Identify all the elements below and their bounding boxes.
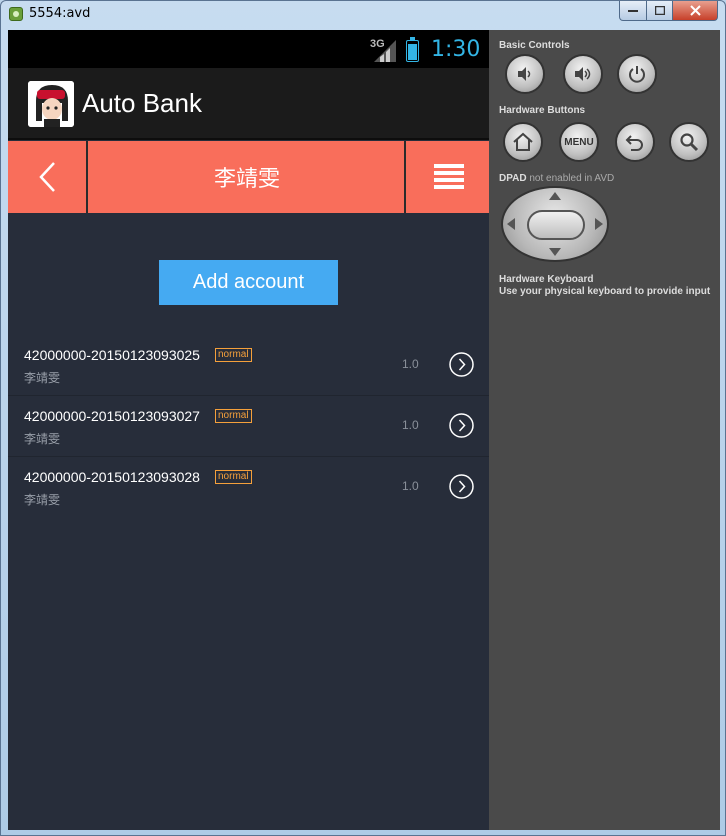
close-icon bbox=[689, 5, 701, 16]
status-bar: 3G 1:30 bbox=[8, 30, 489, 68]
maximize-button[interactable] bbox=[646, 1, 673, 21]
power-icon bbox=[629, 66, 645, 83]
search-icon bbox=[680, 133, 699, 152]
menu-icon-bar bbox=[434, 171, 464, 175]
battery-icon bbox=[406, 37, 419, 62]
account-number: 42000000-20150123093028 bbox=[24, 469, 200, 485]
minimize-icon bbox=[628, 9, 638, 12]
menu-button[interactable] bbox=[408, 141, 489, 213]
account-owner: 李靖雯 bbox=[24, 493, 61, 507]
power-button[interactable] bbox=[617, 54, 657, 94]
account-amount: 1.0 bbox=[402, 418, 419, 432]
dpad-label: DPAD not enabled in AVD bbox=[499, 173, 614, 184]
emulator-window: 5554:avd 3G 1:30 Auto Bank 李靖雯 Add accou… bbox=[0, 0, 726, 836]
window-title: 5554:avd bbox=[29, 6, 91, 21]
status-badge: normal bbox=[215, 409, 252, 423]
volume-down-icon bbox=[518, 67, 531, 81]
back-hw-button[interactable] bbox=[615, 122, 655, 162]
avatar-icon bbox=[28, 81, 74, 127]
volume-up-icon bbox=[575, 67, 591, 81]
dpad-title: DPAD bbox=[499, 173, 527, 184]
account-owner: 李靖雯 bbox=[24, 371, 61, 385]
menu-hw-button[interactable]: MENU bbox=[559, 122, 599, 162]
undo-back-icon bbox=[625, 135, 643, 151]
close-button[interactable] bbox=[672, 1, 718, 21]
page-title: 李靖雯 bbox=[90, 141, 406, 213]
chevron-right-circle-icon[interactable] bbox=[449, 413, 474, 438]
menu-icon-bar bbox=[434, 185, 464, 189]
account-owner: 李靖雯 bbox=[24, 432, 61, 446]
dpad-control[interactable] bbox=[501, 186, 609, 262]
account-number: 42000000-20150123093025 bbox=[24, 347, 200, 363]
emulator-client: 3G 1:30 Auto Bank 李靖雯 Add account 420000… bbox=[8, 30, 720, 830]
hardware-buttons-label: Hardware Buttons bbox=[499, 105, 586, 116]
keyboard-label: Hardware Keyboard bbox=[499, 274, 594, 285]
app-logo-avatar bbox=[28, 81, 74, 127]
menu-icon bbox=[434, 164, 464, 168]
maximize-icon bbox=[654, 6, 665, 15]
app-title: Auto Bank bbox=[82, 88, 202, 118]
account-amount: 1.0 bbox=[402, 357, 419, 371]
title-bar[interactable]: 5554:avd bbox=[1, 1, 725, 29]
volume-up-button[interactable] bbox=[563, 54, 603, 94]
status-time: 1:30 bbox=[431, 37, 481, 62]
emulator-controls-panel: Basic Controls Hardware Buttons MENU DPA… bbox=[489, 30, 720, 830]
back-button[interactable] bbox=[8, 141, 88, 213]
minimize-button[interactable] bbox=[619, 1, 647, 21]
status-badge: normal bbox=[215, 348, 252, 362]
nav-header: 李靖雯 bbox=[8, 141, 489, 213]
status-badge: normal bbox=[215, 470, 252, 484]
search-hw-button[interactable] bbox=[669, 122, 709, 162]
home-icon bbox=[513, 132, 533, 151]
account-number: 42000000-20150123093027 bbox=[24, 408, 200, 424]
account-amount: 1.0 bbox=[402, 479, 419, 493]
keyboard-note: Use your physical keyboard to provide in… bbox=[499, 286, 711, 297]
signal-icon bbox=[374, 40, 396, 62]
dpad-center-button[interactable] bbox=[527, 210, 585, 240]
dpad-note: not enabled in AVD bbox=[529, 173, 615, 184]
chevron-right-circle-icon[interactable] bbox=[449, 352, 474, 377]
account-content: Add account 42000000-20150123093025 norm… bbox=[8, 213, 489, 830]
device-screen: 3G 1:30 Auto Bank 李靖雯 Add account 420000… bbox=[8, 30, 489, 830]
android-app-icon bbox=[9, 7, 23, 21]
menu-icon-bar bbox=[434, 178, 464, 182]
add-account-button[interactable]: Add account bbox=[159, 260, 338, 305]
account-row[interactable]: 42000000-20150123093027 normal 李靖雯 1.0 bbox=[8, 396, 489, 457]
account-row[interactable]: 42000000-20150123093025 normal 李靖雯 1.0 bbox=[8, 335, 489, 396]
volume-down-button[interactable] bbox=[505, 54, 545, 94]
basic-controls-label: Basic Controls bbox=[499, 40, 570, 51]
home-button[interactable] bbox=[503, 122, 543, 162]
chevron-left-icon bbox=[39, 162, 55, 192]
chevron-right-circle-icon[interactable] bbox=[449, 474, 474, 499]
menu-hw-label: MENU bbox=[564, 136, 594, 148]
action-bar: Auto Bank bbox=[8, 68, 489, 140]
account-row[interactable]: 42000000-20150123093028 normal 李靖雯 1.0 bbox=[8, 457, 489, 518]
